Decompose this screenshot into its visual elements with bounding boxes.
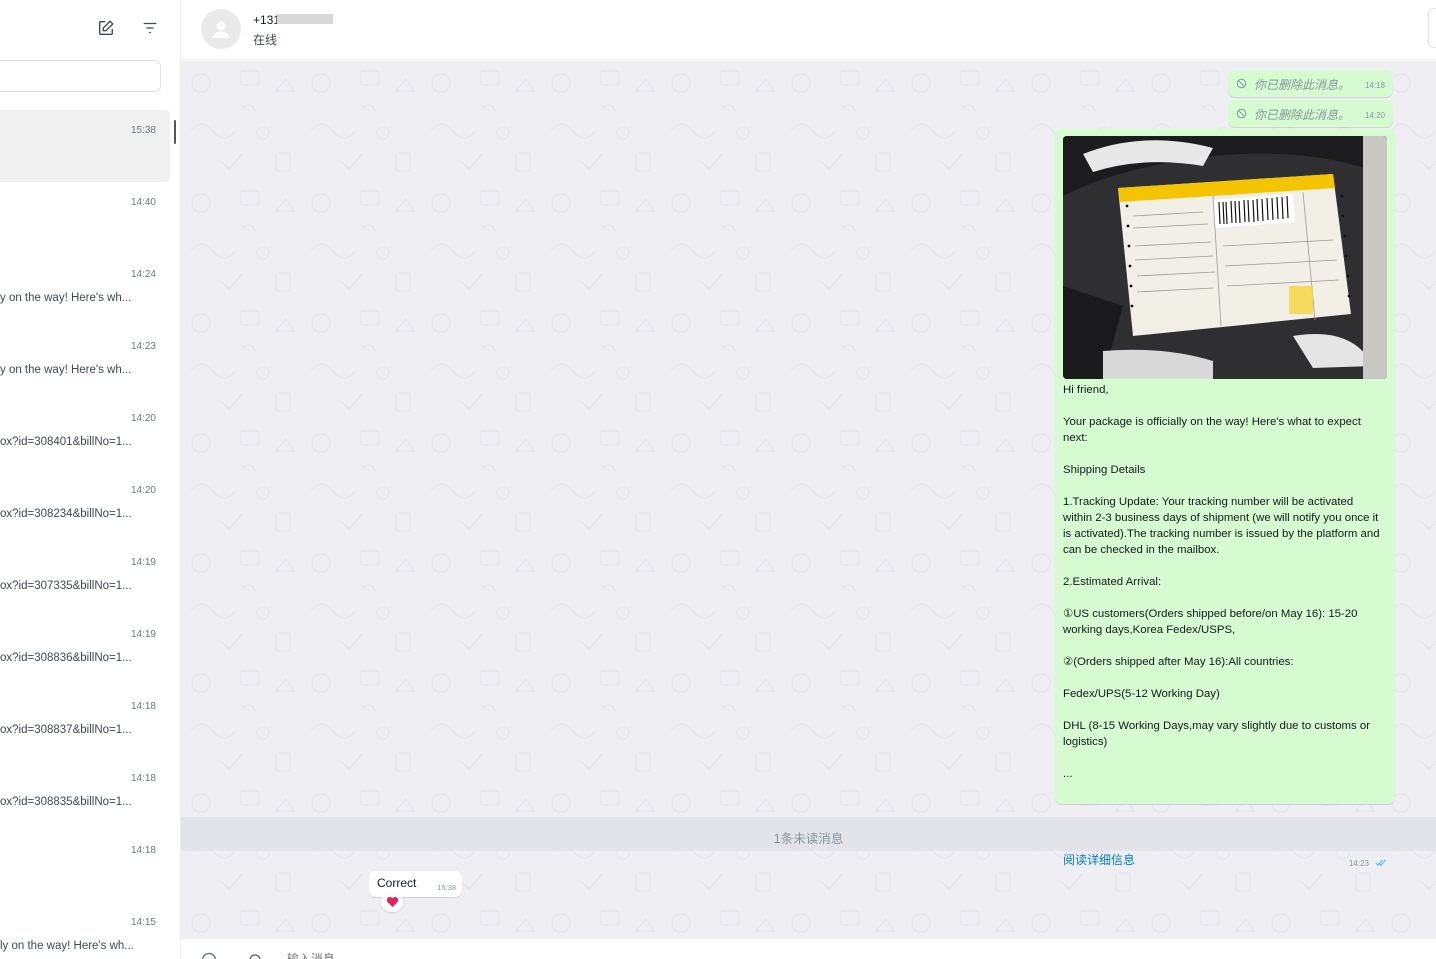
chat-list-item[interactable]: 14:18 ox?id=308835&billNo=1... [0,758,170,830]
message-area[interactable]: 你已删除此消息。 14:18 你已删除此消息。 14:20 Hi friend,… [181,61,1436,938]
emoji-icon[interactable] [201,952,217,959]
chat-preview: ox?id=308837&billNo=1... [0,724,132,736]
chat-time: 14:19 [130,629,156,640]
caption-paragraph: 1.Tracking Update: Your tracking number … [1063,496,1380,556]
chat-time: 14:18 [130,701,156,712]
caption-paragraph: DHL (8-15 Working Days,may vary slightly… [1063,720,1371,748]
search-box[interactable] [0,60,161,92]
chat-preview: ox?id=308836&billNo=1... [0,652,132,664]
package-photo[interactable] [1063,136,1387,379]
message-caption: Hi friend, Your package is officially on… [1063,382,1385,782]
chat-time: 14:20 [130,413,156,424]
message-time: 14:18 [1364,81,1385,90]
caption-paragraph: Shipping Details [1063,464,1146,476]
caption-paragraph: ②(Orders shipped after May 16):All count… [1063,656,1294,668]
incoming-message-text: Correct [377,876,417,890]
message-time: 14:20 [1364,111,1385,120]
chat-list-item[interactable]: 14:23 y on the way! Here's wh... [0,326,170,398]
chat-time: 14:23 [130,341,156,352]
shipping-label-image [1063,136,1387,379]
heart-icon [386,896,398,908]
chat-time: 14:18 [130,773,156,784]
search-input[interactable] [0,61,160,91]
chat-preview: ly on the way! Here's wh... [0,940,134,952]
chat-list-item[interactable]: 14:20 ox?id=308401&billNo=1... [0,398,170,470]
incoming-message-bubble[interactable]: Correct 15:38 [369,871,462,897]
chat-time: 14:40 [130,197,156,208]
chat-list-item[interactable]: 14:18 [0,830,170,902]
chat-preview: ox?id=308401&billNo=1... [0,436,132,448]
chat-time: 14:20 [130,485,156,496]
chat-list-item[interactable]: 15:38 [0,110,170,182]
caption-paragraph: 2.Estimated Arrival: [1063,576,1162,588]
chat-list-sidebar: 15:38 14:40 14:24 y on the way! Here's w… [0,0,181,959]
caption-paragraph: Fedex/UPS(5-12 Working Day) [1063,688,1220,700]
message-composer [181,938,1436,959]
chat-time: 15:38 [130,125,156,136]
caption-paragraph: Hi friend, [1063,384,1109,396]
new-chat-icon[interactable] [95,17,117,39]
message-input[interactable] [287,952,687,959]
redacted-number [277,14,333,24]
caption-paragraph: ... [1063,768,1073,780]
message-time: 14:23 [1348,859,1369,868]
read-more-link[interactable]: 阅读详细信息 [1063,851,1135,868]
chat-list-item[interactable]: 14:40 [0,182,170,254]
chat-preview: y on the way! Here's wh... [0,364,132,376]
chat-header: +131 在线 [181,0,1436,60]
blocked-icon [1236,108,1247,119]
contact-name[interactable]: +131 [253,13,280,27]
blocked-icon [1236,78,1247,89]
deleted-message-text: 你已删除此消息。 [1254,108,1351,122]
chat-time: 14:19 [130,557,156,568]
chat-list-scrollbar[interactable] [174,120,176,144]
chat-list-item[interactable]: 14:19 ox?id=308836&billNo=1... [0,614,170,686]
media-message-bubble[interactable]: Hi friend, Your package is officially on… [1055,129,1395,868]
attach-icon[interactable] [247,952,263,959]
message-time: 15:38 [437,883,456,892]
chat-preview: ox?id=307335&billNo=1... [0,580,132,592]
sidebar-toolbar [0,0,180,58]
deleted-message-bubble[interactable]: 你已删除此消息。 14:20 [1228,100,1393,127]
chat-list-item[interactable]: 14:18 ox?id=308837&billNo=1... [0,686,170,758]
contact-status: 在线 [253,33,278,47]
caption-paragraph: Your package is officially on the way! H… [1063,416,1361,444]
chat-list-item[interactable]: 14:19 ox?id=307335&billNo=1... [0,542,170,614]
chat-list-item[interactable]: 14:20 ox?id=308234&billNo=1... [0,470,170,542]
chat-time: 14:24 [130,269,156,280]
avatar[interactable] [201,9,241,49]
chat-time: 14:15 [130,917,156,928]
chat-list-item[interactable]: 14:15 ly on the way! Here's wh... [0,902,170,959]
message-reaction[interactable] [381,892,403,912]
chat-preview: ox?id=308234&billNo=1... [0,508,132,520]
filter-icon[interactable] [139,17,161,39]
avatar-placeholder-icon [212,21,230,38]
double-check-icon [1375,859,1386,867]
unread-divider-text: 1条未读消息 [773,832,844,846]
chat-time: 14:18 [130,845,156,856]
deleted-message-bubble[interactable]: 你已删除此消息。 14:18 [1228,70,1393,97]
header-side-panel-edge[interactable] [1428,8,1436,48]
caption-paragraph: ①US customers(Orders shipped before/on M… [1063,608,1358,636]
chat-list-item[interactable]: 14:24 y on the way! Here's wh... [0,254,170,326]
deleted-message-text: 你已删除此消息。 [1254,78,1351,92]
chat-list: 15:38 14:40 14:24 y on the way! Here's w… [0,110,180,959]
chat-preview: ox?id=308835&billNo=1... [0,796,132,808]
chat-preview: y on the way! Here's wh... [0,292,132,304]
